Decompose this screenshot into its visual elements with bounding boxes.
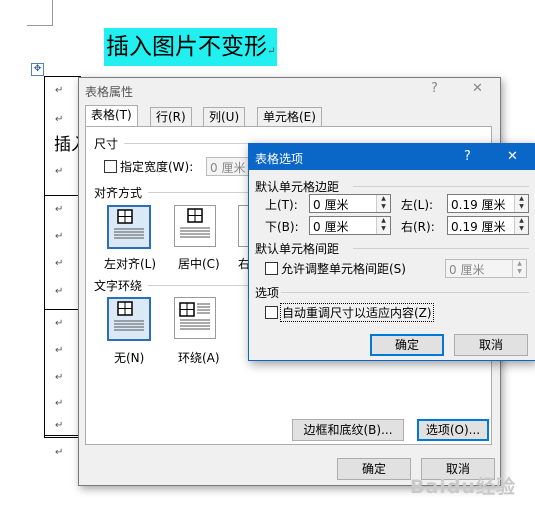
ok-button[interactable]: 确定 [337,458,411,480]
spacing-input[interactable]: 0 厘米 ▲ ▼ [445,259,527,278]
tab-table[interactable]: 表格(T) [85,105,138,128]
align-left-icon[interactable] [107,205,151,249]
dialog-titlebar: 表格选项 ? ✕ [249,144,535,170]
right-margin-input[interactable]: 0.19 厘米 ▲ ▼ [447,216,529,235]
bottom-margin-input[interactable]: 0 厘米 ▲ ▼ [309,216,391,235]
close-icon[interactable]: ✕ [472,81,483,96]
page-corner-mark [27,0,53,26]
table-options-dialog: 表格选项 ? ✕ 默认单元格边距 上(T): 0 厘米 ▲ ▼ 左(L): 0.1… [248,143,535,361]
options-section-label: 选项 [255,286,280,300]
tab-row[interactable]: 行(R) [150,107,192,127]
paragraph-mark: ↵ [267,46,276,57]
top-margin-input[interactable]: 0 厘米 ▲ ▼ [309,194,391,213]
help-icon[interactable]: ? [464,149,471,164]
autoresize-checkbox[interactable] [265,306,278,319]
left-margin-input[interactable]: 0.19 厘米 ▲ ▼ [447,194,529,213]
table-row-line [45,195,81,196]
tab-column[interactable]: 列(U) [203,107,246,127]
table-move-handle-icon[interactable]: ✥ [31,63,44,76]
size-section-label: 尺寸 [94,137,119,151]
spinner-arrows-icon[interactable]: ▲ ▼ [514,195,528,212]
top-margin-label: 上(T): [265,198,298,212]
wrap-none-label: 无(N) [114,351,145,365]
align-center-label: 居中(C) [178,257,220,271]
borders-shading-button[interactable]: 边框和底纹(B)... [292,419,404,441]
divider [353,248,529,249]
allow-spacing-label: 允许调整单元格间距(S) [281,262,406,276]
paragraph-mark: ↵ [55,166,64,177]
alignment-section-label: 对齐方式 [94,186,143,200]
spinner-arrows-icon[interactable]: ▲ ▼ [376,217,390,234]
paragraph-mark: ↵ [55,258,64,269]
paragraph-mark: ↵ [55,286,64,297]
wrap-around-label: 环绕(A) [178,351,220,365]
wrap-around-icon[interactable] [174,297,216,339]
tab-cell[interactable]: 单元格(E) [257,107,322,127]
dialog-titlebar: 表格属性 ? ✕ [79,78,500,102]
spinner-arrows-icon[interactable]: ▲ ▼ [512,260,526,277]
left-margin-label: 左(L): [401,198,434,212]
paragraph-mark: ↵ [55,204,64,215]
preferred-width-checkbox[interactable] [104,160,117,173]
right-margin-label: 右(R): [401,220,435,234]
table-row-line [45,435,81,436]
paragraph-mark: ↵ [55,420,64,431]
paragraph-mark: ↵ [55,345,64,356]
spinner-arrows-icon[interactable]: ▲ ▼ [514,217,528,234]
paragraph-mark: ↵ [55,372,64,383]
spacing-section-label: 默认单元格间距 [255,242,340,256]
autoresize-label: 自动重调尺寸以适应内容(Z) [280,303,434,322]
close-icon[interactable]: ✕ [507,149,518,164]
paragraph-mark: ↵ [55,447,64,458]
paragraph-mark: ↵ [55,318,64,329]
page-margin-mark [52,0,53,25]
margins-section-label: 默认单元格边距 [255,180,340,194]
document-heading: 插入图片不变形↵ [104,28,278,66]
wrapping-section-label: 文字环绕 [94,279,143,293]
paragraph-mark: ↵ [55,398,64,409]
divider [353,186,529,187]
paragraph-mark: ↵ [55,85,64,96]
ok-button[interactable]: 确定 [370,334,444,356]
options-button[interactable]: 选项(O)... [417,419,489,441]
dialog-title: 表格选项 [255,152,304,166]
wrap-none-icon[interactable] [107,297,151,341]
divider [281,292,529,293]
spinner-arrows-icon[interactable]: ▲ ▼ [376,195,390,212]
help-icon[interactable]: ? [431,81,438,96]
table-row-line [45,309,81,310]
cancel-button[interactable]: 取消 [454,334,528,356]
align-center-icon[interactable] [174,205,216,247]
baidu-watermark: Baidu经验 [410,476,516,498]
paragraph-mark: ↵ [55,114,64,125]
preferred-width-label: 指定宽度(W): [120,160,194,174]
dialog-title: 表格属性 [85,85,134,99]
align-left-label: 左对齐(L) [104,257,157,271]
bottom-margin-label: 下(B): [265,220,299,234]
paragraph-mark: ↵ [55,231,64,242]
allow-spacing-checkbox[interactable] [265,262,278,275]
